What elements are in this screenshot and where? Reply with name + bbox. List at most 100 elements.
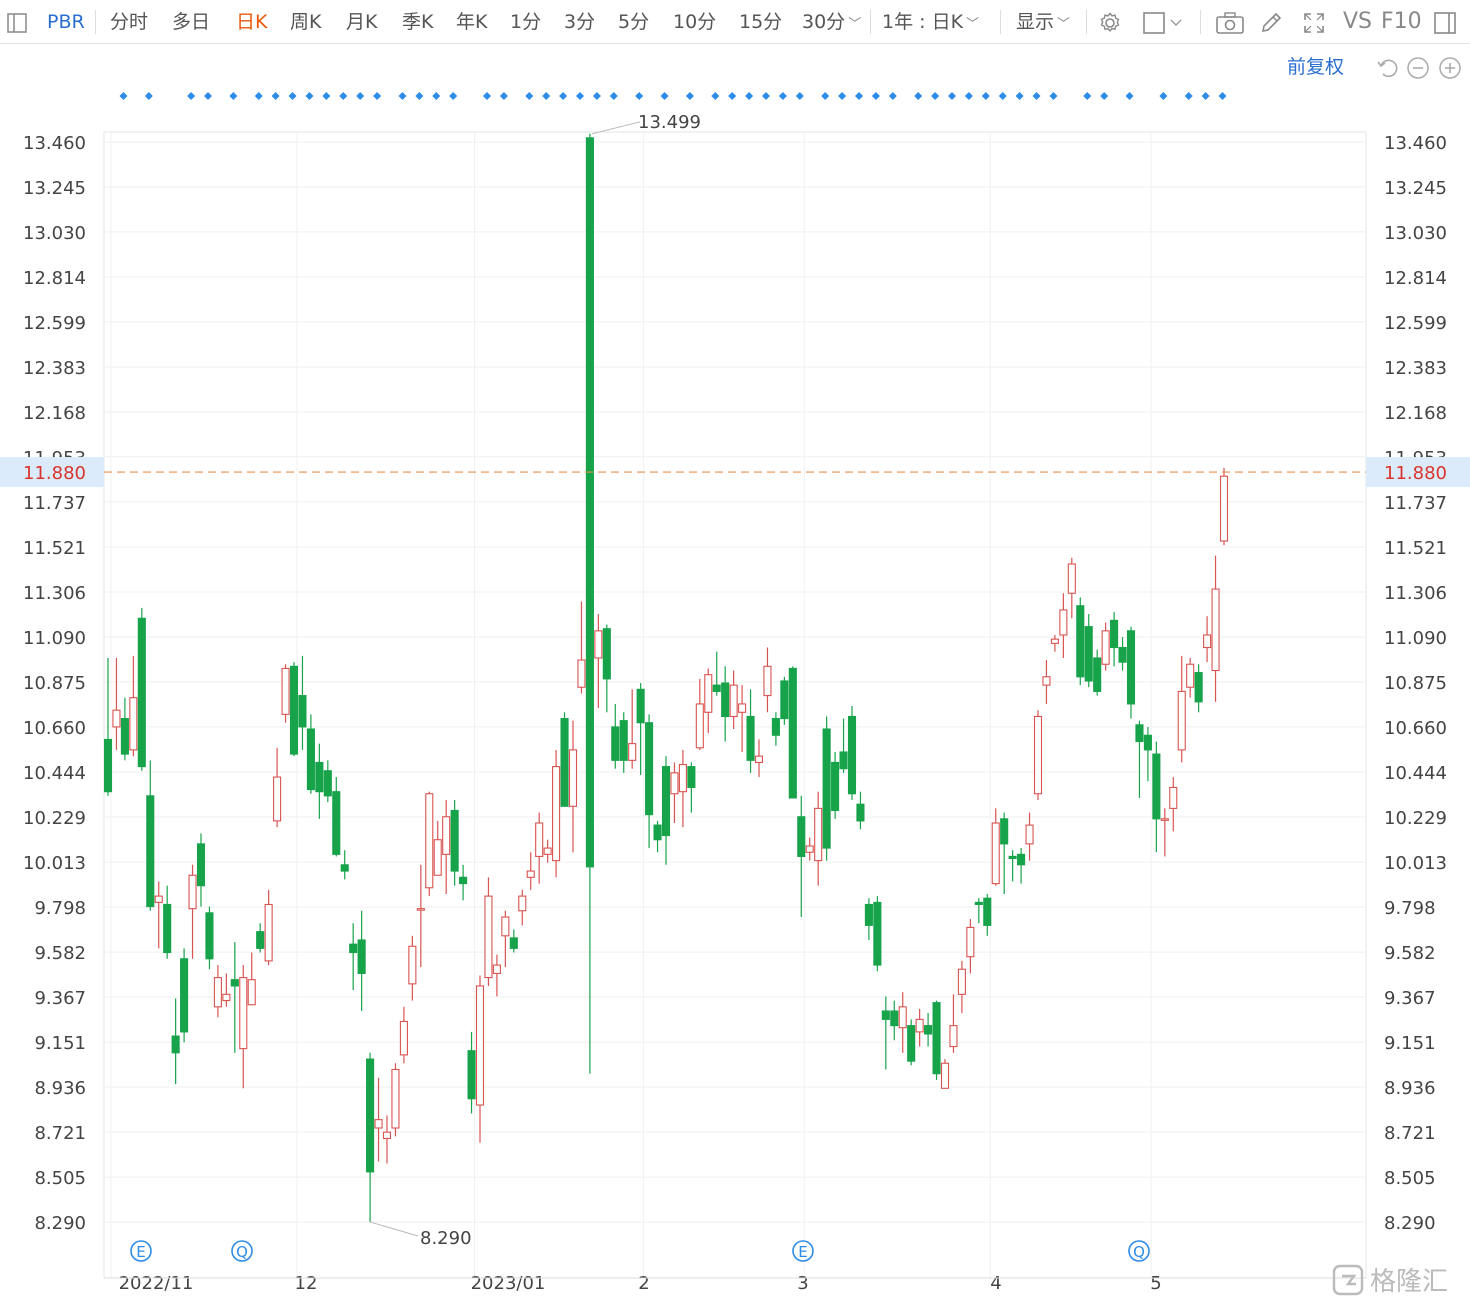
chart-toolbar: PBR 分时 多日 日K 周K 月K 季K 年K 1分 3分 5分 10分 15… [0, 0, 1470, 44]
y-tick-label-right: 12.383 [1384, 358, 1447, 379]
marker-diamond [1125, 92, 1134, 100]
camera-icon[interactable] [1215, 11, 1245, 35]
candle-body [1194, 672, 1203, 703]
candle [1033, 710, 1043, 801]
y-tick-label-right: 8.936 [1384, 1078, 1436, 1099]
pencil-draw-icon[interactable] [1259, 11, 1283, 35]
tab-5min[interactable]: 5分 [618, 0, 649, 44]
y-tick-label-right: 13.460 [1384, 133, 1447, 154]
candle [678, 749, 687, 828]
candle [636, 683, 645, 775]
vs-compare-button[interactable]: VS [1343, 0, 1372, 44]
sidebar-toggle-icon[interactable] [6, 11, 28, 35]
marker-diamond [685, 92, 694, 100]
tab-yearly-k[interactable]: 年K [456, 0, 487, 44]
candle-body [475, 985, 485, 1106]
candle-body [712, 684, 721, 692]
marker-diamond [288, 92, 297, 100]
tab-quarterly-k[interactable]: 季K [402, 0, 433, 44]
candle-body [991, 822, 1000, 885]
tab-15min[interactable]: 15分 [739, 0, 782, 44]
candle [881, 996, 890, 1070]
candle-body [721, 682, 730, 718]
candle-body [416, 908, 425, 911]
marker-diamond [728, 92, 737, 100]
x-tick-label: 3 [797, 1273, 808, 1294]
marker-diamond [1100, 92, 1109, 100]
candle-body [661, 766, 671, 837]
fullscreen-icon[interactable] [1302, 11, 1326, 35]
candle [966, 919, 975, 974]
candlestick-chart[interactable]: 13.460 13.245 13.030 12.814 12.599 12.383 12.1… [0, 44, 1470, 1307]
settings-gear-icon[interactable] [1098, 11, 1122, 35]
candle-body [408, 945, 417, 985]
candle-body [509, 937, 518, 949]
candle-body [949, 1025, 958, 1048]
y-tick-label-right: 10.444 [1384, 763, 1447, 784]
indicator-template-icon[interactable] [1142, 11, 1186, 35]
tab-multi-day[interactable]: 多日 [172, 0, 210, 44]
range-label: 1年 : 日K [882, 11, 964, 33]
marker-diamond [542, 92, 551, 100]
panel-toggle-icon[interactable] [1433, 11, 1457, 35]
candle [754, 739, 764, 778]
marker-diamond [204, 92, 212, 100]
tab-monthly-k[interactable]: 月K [346, 0, 377, 44]
candle [577, 601, 586, 694]
candle-body [1025, 824, 1034, 845]
candle-body [1186, 663, 1195, 688]
marker-diamond [483, 92, 491, 100]
candle [205, 906, 214, 970]
candle-body [780, 680, 789, 720]
range-select[interactable]: 1年 : 日K ﹀ [882, 0, 979, 44]
candle [1110, 612, 1119, 667]
tab-weekly-k[interactable]: 周K [290, 0, 321, 44]
candle-body [552, 766, 561, 862]
symbol-label[interactable]: PBR [47, 0, 85, 44]
y-tick-label-right: 11.737 [1384, 493, 1447, 514]
candle-body [788, 667, 797, 799]
candle-body [1118, 646, 1127, 663]
y-tick-label-left: 9.582 [34, 943, 86, 964]
y-tick-label-right: 9.151 [1384, 1033, 1436, 1054]
candle [780, 676, 789, 725]
y-tick-label-left: 8.290 [34, 1213, 86, 1234]
y-tick-label-left: 13.460 [23, 133, 86, 154]
candle-body [1042, 676, 1051, 686]
candle [814, 791, 823, 886]
tab-3min[interactable]: 3分 [564, 0, 595, 44]
marker-diamond [1201, 92, 1210, 100]
y-tick-label-left: 10.875 [23, 673, 86, 694]
chevron-down-icon: ﹀ [966, 17, 980, 32]
candle-body [1169, 786, 1178, 809]
candle-body [1084, 626, 1093, 682]
candle-body [983, 897, 992, 926]
y-tick-label-right: 10.660 [1384, 718, 1447, 739]
candle [1118, 637, 1127, 671]
candle [940, 1059, 950, 1089]
marker-diamond [356, 92, 365, 100]
marker-diamond [609, 92, 618, 100]
candle [957, 960, 966, 1014]
candle-body [670, 772, 679, 795]
tab-intraday[interactable]: 分时 [110, 0, 148, 44]
tab-10min[interactable]: 10分 [673, 0, 716, 44]
marker-diamond [1032, 92, 1041, 100]
candle-body [1059, 609, 1068, 636]
tab-1min[interactable]: 1分 [510, 0, 541, 44]
candle-body [611, 726, 620, 761]
tab-30min-label: 30分 [802, 11, 846, 33]
f10-button[interactable]: F10 [1381, 0, 1422, 44]
candle [763, 647, 772, 713]
candle-body [687, 766, 696, 789]
candle-body [543, 847, 552, 855]
marker-diamond [576, 92, 584, 100]
tab-30min-dropdown[interactable]: 30分 ﹀ [802, 0, 861, 44]
tab-daily-k[interactable]: 日K [236, 0, 267, 44]
event-marker-label: E [136, 1243, 145, 1261]
display-dropdown[interactable]: 显示 ﹀ [1016, 0, 1070, 44]
candle-body [915, 1018, 924, 1033]
marker-diamond [1083, 92, 1092, 100]
candle [509, 929, 518, 953]
marker-diamond [229, 92, 238, 100]
